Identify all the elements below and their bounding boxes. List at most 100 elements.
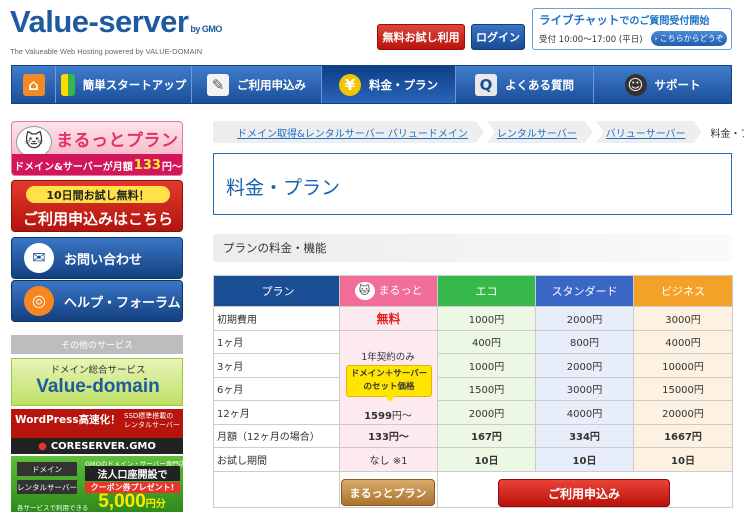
coreserver-banner[interactable]: WordPress高速化！ SSD標準搭載の レンタルサーバー ● CORESERV… xyxy=(11,409,183,454)
breadcrumb: ドメイン取得&レンタルサーバー バリュードメイン レンタルサーバー バリューサー… xyxy=(213,121,744,143)
breadcrumb-link-home[interactable]: ドメイン取得&レンタルサーバー バリュードメイン xyxy=(213,121,484,143)
maru-set-badge: ドメイン＋サーバー のセット価格 xyxy=(346,364,432,402)
row-label: 3ヶ月 xyxy=(213,353,340,378)
maru-bar-pre: ドメイン&サーバーが月額 xyxy=(14,161,133,173)
maru-banner-title: まるっとプラン xyxy=(56,131,179,151)
cell-standard: 10日 xyxy=(535,447,634,472)
breadcrumb-link-rental[interactable]: レンタルサーバー xyxy=(487,121,593,143)
trial-top-label: 10日間お試し無料！ xyxy=(26,186,170,203)
live-chat-banner[interactable]: ライブチャットでのご質問受付開始 受付 10:00～17:00 (平日) › こち… xyxy=(532,8,732,50)
cell-standard: 3000円 xyxy=(535,376,634,401)
cell-eco: 1000円 xyxy=(437,306,536,331)
trial-application-banner[interactable]: 10日間お試し無料！ ご利用申込みはこちら xyxy=(11,180,183,232)
chevron-right-icon: › xyxy=(654,34,658,43)
nav-support[interactable]: ☺ サポート xyxy=(594,66,731,103)
nav-application[interactable]: ✎ ご利用申込み xyxy=(192,66,322,103)
maru-price-unit: 円～ xyxy=(391,410,412,422)
gmo-amount-value: 5,000 xyxy=(98,491,146,512)
lifebuoy-icon: ◎ xyxy=(24,286,54,316)
gmo-server-box: レンタルサーバー xyxy=(17,480,77,494)
help-forum-label: ヘルプ・フォーラム xyxy=(64,295,181,311)
apply-button[interactable]: ご利用申込み xyxy=(498,479,670,507)
maru-price-num: 1599 xyxy=(364,410,392,422)
nav-faq[interactable]: Q よくある質問 xyxy=(456,66,594,103)
chat-title: ライブチャットでのご質問受付開始 xyxy=(539,12,709,28)
nav-home[interactable]: ⌂ xyxy=(12,66,56,103)
cell-business: 3000円 xyxy=(633,306,733,331)
nav-pricing-label: 料金・プラン xyxy=(369,77,438,92)
trial-main-label: ご利用申込みはこちら xyxy=(22,210,173,228)
login-button[interactable]: ログイン xyxy=(471,24,525,50)
chat-title-main: ライブチャット xyxy=(539,13,620,27)
table-row: 1ヶ月 1年契約のみ ドメイン＋サーバー のセット価格 1599円～ 400円 8… xyxy=(213,329,733,425)
header-maru-label: まるっと xyxy=(378,284,423,297)
contact-button[interactable]: ✉ お問い合わせ xyxy=(11,237,183,279)
nav-startup-label: 簡単スタートアップ xyxy=(82,77,187,92)
nav-support-label: サポート xyxy=(654,77,701,92)
cs-logo-text: CORESERVER.GMO xyxy=(50,440,156,452)
page: Value-server by GMO The Valueable Web Hos… xyxy=(0,0,744,512)
page-title: 料金・プラン xyxy=(226,177,341,199)
row-label: 12ヶ月 xyxy=(213,400,340,425)
cell-business: 15000円 xyxy=(633,376,733,401)
cell-standard: 2000円 xyxy=(535,306,634,331)
table-header-row: プラン 🐱 まるっと エコ スタンダード ビジネス xyxy=(213,275,733,307)
cell-standard: 800円 xyxy=(535,329,634,354)
table-row: 月額（12ヶ月の場合） 133円～ 167円 334円 1667円 xyxy=(213,423,733,448)
cell-maru: なし ※1 xyxy=(339,447,438,472)
cell-standard: 334円 xyxy=(535,423,634,448)
pricing-table: プラン 🐱 まるっと エコ スタンダード ビジネス 初期費用 無料 1000円 2… xyxy=(213,275,733,508)
section-title: プランの料金・機能 xyxy=(213,234,732,262)
cell-maru-merged: 1年契約のみ ドメイン＋サーバー のセット価格 1599円～ xyxy=(339,329,438,425)
cell-maru: 133円～ xyxy=(339,423,438,448)
logo-tagline: The Valueable Web Hosting powered by VAL… xyxy=(10,47,203,56)
maru-plan-banner[interactable]: 🐱 まるっとプラン ドメイン&サーバーが月額 133 円～ xyxy=(11,121,183,176)
vd-title: ドメイン総合サービス xyxy=(50,365,146,376)
header-plan: プラン xyxy=(213,275,340,307)
maru-plan-button[interactable]: まるっとプラン xyxy=(341,479,435,506)
cs-sub: SSD標準搭載の レンタルサーバー xyxy=(124,412,180,430)
cell-eco: 1500円 xyxy=(437,376,536,401)
value-domain-banner[interactable]: ドメイン総合サービス Value-domain xyxy=(11,358,183,406)
free-trial-button[interactable]: 無料お試し利用 xyxy=(377,24,465,50)
chat-link-label: こちらからどうぞ xyxy=(659,34,724,43)
contact-label: お問い合わせ xyxy=(64,252,143,268)
form-icon: ✎ xyxy=(207,73,229,96)
cat-mascot-icon: 🐱 xyxy=(354,282,375,300)
chat-title-rest: でのご質問受付開始 xyxy=(619,16,710,27)
gmo-amount: 5,000円分 xyxy=(81,491,183,512)
table-row: 12ヶ月 2000円 4000円 20000円 xyxy=(213,400,733,425)
logo-wordmark: Value-server by GMO xyxy=(10,6,222,45)
gmo-note: 各サービスで利用できる xyxy=(17,504,89,512)
row-label: 初期費用 xyxy=(213,306,340,331)
gmo-account-label: 法人口座開設で xyxy=(85,466,180,481)
home-icon: ⌂ xyxy=(22,73,45,96)
cell-eco: 2000円 xyxy=(437,400,536,425)
help-forum-button[interactable]: ◎ ヘルプ・フォーラム xyxy=(11,280,183,322)
breadcrumb-current: 料金・プラン xyxy=(710,128,744,140)
header-standard: スタンダード xyxy=(535,275,634,307)
maru-contract-note: 1年契約のみ xyxy=(361,351,415,363)
breadcrumb-link-valueserver[interactable]: バリューサーバー xyxy=(596,121,702,143)
page-title-box: 料金・プラン xyxy=(213,153,732,215)
cs-title: WordPress高速化！ xyxy=(15,414,121,426)
cell-eco: 1000円 xyxy=(437,353,536,378)
header-business: ビジネス xyxy=(633,275,733,307)
row-label: 月額（12ヶ月の場合） xyxy=(213,423,340,448)
support-icon: ☺ xyxy=(624,73,647,96)
site-logo[interactable]: Value-server by GMO The Valueable Web Hos… xyxy=(10,6,222,57)
cell-eco: 167円 xyxy=(437,423,536,448)
row-label: お試し期間 xyxy=(213,447,340,472)
main-nav: ⌂ 簡単スタートアップ ✎ ご利用申込み ¥ 料金・プラン Q よくある質問 ☺… xyxy=(11,65,732,104)
nav-startup[interactable]: 簡単スタートアップ xyxy=(56,66,192,103)
cs-sub-2: レンタルサーバー xyxy=(124,421,180,429)
gmo-coupon-banner[interactable]: ドメイン レンタルサーバー GMOのドメイン・サーバー専門店 法人口座開設で ク… xyxy=(11,456,183,512)
coreserver-logo: ● CORESERVER.GMO xyxy=(11,438,183,454)
empty-cell xyxy=(213,470,340,508)
cell-eco: 400円 xyxy=(437,329,536,354)
cell-business: 20000円 xyxy=(633,400,733,425)
nav-pricing[interactable]: ¥ 料金・プラン xyxy=(322,66,456,103)
chat-link-button[interactable]: › こちらからどうぞ xyxy=(651,31,727,46)
gmo-amount-unit: 円分 xyxy=(145,499,166,510)
maru-badge-line-1: ドメイン＋サーバー xyxy=(350,368,428,379)
